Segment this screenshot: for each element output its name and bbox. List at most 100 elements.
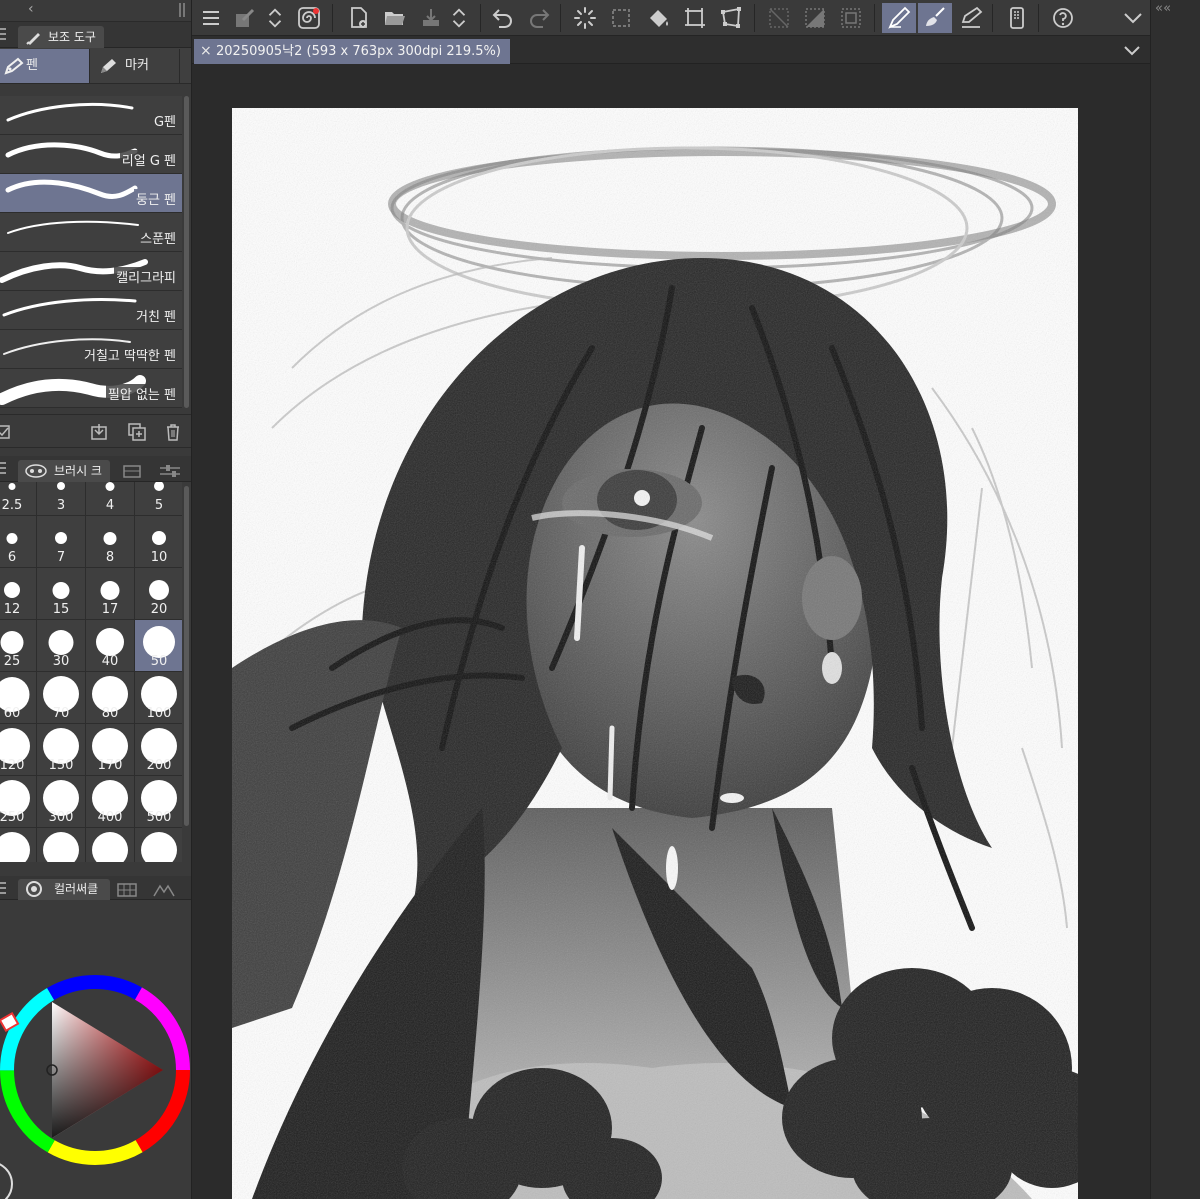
new-file-button[interactable] xyxy=(344,3,374,33)
brush-size-cell[interactable]: 2.5 xyxy=(0,482,37,516)
brush-list-scrollbar[interactable] xyxy=(184,96,189,408)
tab-marker[interactable]: 마커 xyxy=(90,49,180,83)
brush-size-scrollbar[interactable] xyxy=(184,486,189,826)
tab-tool-property[interactable] xyxy=(152,460,188,482)
brush-size-cell[interactable]: 10 xyxy=(135,516,182,568)
brush-size-cell[interactable]: 17 xyxy=(86,568,135,620)
brush-size-cell[interactable]: 120 xyxy=(0,724,37,776)
brush-size-cell[interactable]: 40 xyxy=(86,620,135,672)
canvas-area[interactable] xyxy=(192,64,1150,1199)
tab-color-slider[interactable] xyxy=(146,879,182,900)
undo-button[interactable] xyxy=(488,3,518,33)
brush-size-cell[interactable]: 60 xyxy=(0,672,37,724)
collapse-left-icon[interactable]: ‹ xyxy=(28,1,34,17)
selection-border-button[interactable] xyxy=(836,3,866,33)
device-button[interactable] xyxy=(1002,3,1032,33)
import-icon[interactable] xyxy=(90,423,108,441)
panel-menu-icon[interactable] xyxy=(0,882,6,894)
fill-button[interactable] xyxy=(644,3,674,33)
menu-button[interactable] xyxy=(196,3,226,33)
up-down-icon xyxy=(268,8,282,28)
brush-size-cell[interactable]: 800 xyxy=(86,828,135,862)
brush-size-cell[interactable]: 250 xyxy=(0,776,37,828)
free-transform-button[interactable] xyxy=(716,3,746,33)
brush-item-spoon-pen[interactable]: 스푼펜 xyxy=(0,213,182,252)
brush-item-rough-hard-pen[interactable]: 거칠고 딱딱한 펜 xyxy=(0,330,182,369)
clear-selection-button[interactable] xyxy=(606,3,636,33)
brush-size-label: 12 xyxy=(3,602,21,617)
artwork-canvas[interactable] xyxy=(232,108,1078,1199)
help-button[interactable] xyxy=(1048,3,1078,33)
tool-switch-button[interactable] xyxy=(264,3,286,33)
brush-size-cell[interactable]: 80 xyxy=(86,672,135,724)
brush-item-rough-pen[interactable]: 거친 펜 xyxy=(0,291,182,330)
brush-size-panel-header: 브러시 크 xyxy=(0,456,191,482)
tab-layer-property[interactable] xyxy=(114,460,150,482)
brush-size-cell[interactable]: 30 xyxy=(37,620,86,672)
brush-size-cell[interactable]: 400 xyxy=(86,776,135,828)
brush-item-round-pen[interactable]: 둥근 펜 xyxy=(0,174,182,213)
brush-size-cell[interactable]: 70 xyxy=(37,672,86,724)
current-color-swatch[interactable] xyxy=(0,1162,13,1199)
save-button[interactable] xyxy=(416,3,446,33)
duplicate-icon[interactable] xyxy=(128,423,146,441)
brush-size-cell[interactable]: 500 xyxy=(135,776,182,828)
brush-size-cell[interactable]: 7 xyxy=(37,516,86,568)
tab-pen[interactable]: 펜 xyxy=(0,49,90,83)
brush-size-cell[interactable]: 1000 xyxy=(135,828,182,862)
brush-item-no-pressure-pen[interactable]: 필압 없는 펜 xyxy=(0,369,182,408)
trash-icon[interactable] xyxy=(164,423,182,441)
open-file-button[interactable] xyxy=(380,3,410,33)
brush-size-cell[interactable]: 8 xyxy=(86,516,135,568)
brush-item-calligraphy[interactable]: 캘리그라피 xyxy=(0,252,182,291)
brush-size-cell[interactable]: 600 xyxy=(0,828,37,862)
brush-size-cell[interactable]: 15 xyxy=(37,568,86,620)
brush-size-cell[interactable]: 50 xyxy=(135,620,182,672)
brush-size-cell[interactable]: 3 xyxy=(37,482,86,516)
brush-size-cell[interactable]: 12 xyxy=(0,568,37,620)
brush-size-dot xyxy=(8,482,16,490)
brush-size-cell[interactable]: 4 xyxy=(86,482,135,516)
close-icon[interactable]: × xyxy=(200,39,212,64)
color-wheel[interactable] xyxy=(0,960,192,1199)
save-icon xyxy=(423,9,439,26)
tab-marker-label: 마커 xyxy=(125,58,149,73)
tab-sub-tool[interactable]: 보조 도구 xyxy=(18,26,104,48)
toolbar-expand-button[interactable] xyxy=(1118,3,1148,33)
redo-button[interactable] xyxy=(524,3,554,33)
brush-size-cell[interactable]: 300 xyxy=(37,776,86,828)
brush-size-cell[interactable]: 170 xyxy=(86,724,135,776)
mask-button[interactable] xyxy=(800,3,830,33)
brush-size-cell[interactable]: 100 xyxy=(135,672,182,724)
brush-size-label: 7 xyxy=(56,550,66,565)
expand-panel-icon[interactable]: « « xyxy=(1155,1,1171,16)
brush-size-cell[interactable]: 6 xyxy=(0,516,37,568)
eraser-tool-button[interactable] xyxy=(956,3,986,33)
quick-access-button[interactable] xyxy=(294,3,324,33)
panel-menu-icon[interactable] xyxy=(0,462,6,474)
brush-size-cell[interactable]: 700 xyxy=(37,828,86,862)
panel-grip-icon[interactable] xyxy=(179,3,185,17)
tab-color-set[interactable] xyxy=(112,879,142,900)
brush-size-cell[interactable]: 25 xyxy=(0,620,37,672)
brush-size-label: 15 xyxy=(52,602,70,617)
chevron-down-icon[interactable] xyxy=(1122,40,1142,60)
hide-outside-selection-button[interactable] xyxy=(764,3,794,33)
panel-menu-icon[interactable] xyxy=(0,28,6,40)
tab-brush-size[interactable]: 브러시 크 xyxy=(18,460,110,482)
brush-size-cell[interactable]: 20 xyxy=(135,568,182,620)
brush-tool-button[interactable] xyxy=(918,3,952,33)
pen-tool-button[interactable] xyxy=(882,3,916,33)
loading-button[interactable] xyxy=(570,3,600,33)
sub-tool-settings-icon[interactable] xyxy=(0,423,12,441)
transform-button[interactable] xyxy=(680,3,710,33)
tab-color-wheel[interactable]: 컬러써클 xyxy=(18,879,110,900)
brush-size-cell[interactable]: 200 xyxy=(135,724,182,776)
save-options-button[interactable] xyxy=(448,3,470,33)
brush-size-cell[interactable]: 5 xyxy=(135,482,182,516)
brush-item-g-pen[interactable]: G펜 xyxy=(0,96,182,135)
brush-size-cell[interactable]: 150 xyxy=(37,724,86,776)
brush-item-real-g-pen[interactable]: 리얼 G 펜 xyxy=(0,135,182,174)
document-tab[interactable]: × 20250905낙2 (593 x 763px 300dpi 219.5%) xyxy=(194,39,510,64)
modify-tool-button[interactable] xyxy=(230,3,260,33)
